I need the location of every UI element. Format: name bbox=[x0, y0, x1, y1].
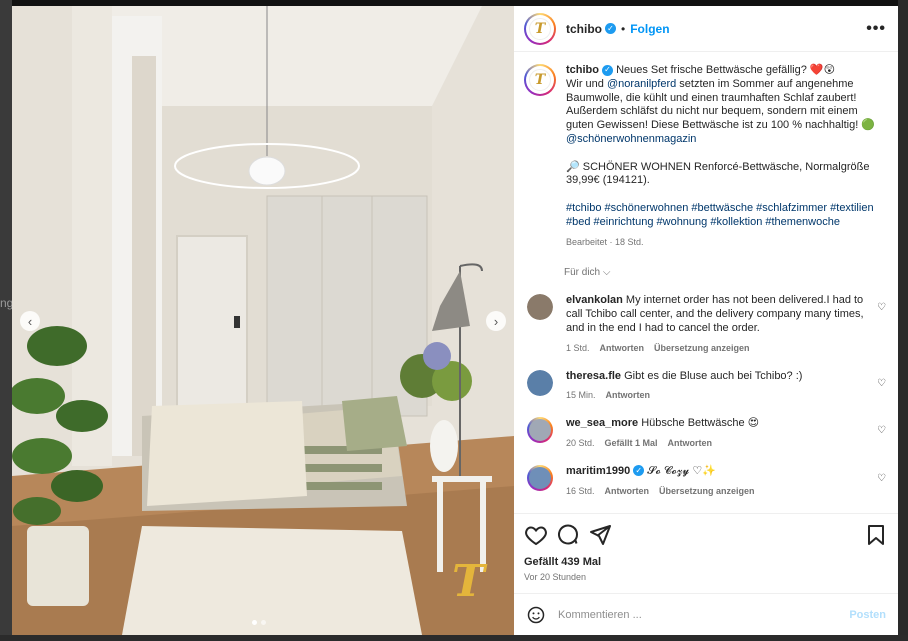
post-date: Vor 20 Stunden bbox=[524, 572, 587, 582]
like-heart-icon[interactable] bbox=[524, 523, 548, 547]
header-separator: • bbox=[621, 21, 626, 36]
comment-bubble-icon[interactable] bbox=[556, 523, 580, 547]
caption-text-1: Neues Set frische Bettwäsche gefällig? ❤… bbox=[616, 64, 836, 76]
more-options-icon[interactable]: ••• bbox=[866, 20, 886, 38]
comment-likes[interactable]: Gefällt 1 Mal bbox=[605, 437, 658, 451]
previous-image-button[interactable]: ‹ bbox=[20, 311, 40, 331]
comment-time: 20 Std. bbox=[566, 437, 595, 448]
backdrop-bottom bbox=[0, 635, 908, 641]
comments-scroll-area[interactable]: T tchibo ✓ Neues Set frische Bettwäsche g… bbox=[514, 52, 898, 513]
caption-hashtags[interactable]: #tchibo #schönerwohnen #bettwäsche #schl… bbox=[566, 202, 874, 228]
comment-time: 16 Std. bbox=[566, 485, 595, 496]
carousel-dots bbox=[252, 620, 266, 625]
commenter-username[interactable]: maritim1990 bbox=[566, 465, 630, 477]
mention-link[interactable]: @schönerwohnenmagazin bbox=[566, 133, 696, 145]
post-modal: T ‹ › T tchibo ✓ • Folgen ••• T tchibo ✓… bbox=[12, 6, 898, 635]
like-comment-heart-icon[interactable]: ♡ bbox=[877, 378, 886, 389]
backdrop-left bbox=[0, 0, 12, 641]
post-side-panel: T tchibo ✓ • Folgen ••• T tchibo ✓ Neues … bbox=[514, 6, 898, 635]
likes-count[interactable]: Gefällt 439 Mal bbox=[524, 556, 888, 568]
emoji-icon[interactable] bbox=[526, 605, 546, 625]
caption-meta: Bearbeitet · 18 Std. bbox=[566, 236, 644, 247]
author-avatar[interactable]: T bbox=[524, 12, 556, 45]
caption-username[interactable]: tchibo bbox=[566, 64, 599, 76]
post-photo[interactable]: T ‹ › bbox=[12, 6, 514, 635]
mention-link[interactable]: @noranilpferd bbox=[607, 78, 676, 90]
reply-button[interactable]: Antworten bbox=[668, 437, 713, 451]
comment-item: theresa.fle Gibt es die Bluse auch bei T… bbox=[524, 369, 888, 404]
carousel-dot bbox=[261, 620, 266, 625]
verified-badge-icon: ✓ bbox=[605, 23, 616, 34]
translate-button[interactable]: Übersetzung anzeigen bbox=[659, 485, 755, 499]
like-comment-heart-icon[interactable]: ♡ bbox=[877, 425, 886, 436]
comment-item: maritim1990 ✓ 𝓢𝓸 𝓒𝓸𝔃𝔂 ♡✨ 16 Std. Antworte… bbox=[524, 464, 888, 499]
comment-text: Hübsche Bettwäsche 😍 bbox=[641, 417, 760, 430]
comment-item: elvankolan My internet order has not bee… bbox=[524, 294, 888, 355]
comment-time: 1 Std. bbox=[566, 342, 590, 353]
tchibo-logo-icon: T bbox=[529, 17, 551, 40]
comment-input[interactable] bbox=[558, 608, 850, 621]
commenter-username[interactable]: theresa.fle bbox=[566, 370, 621, 382]
reply-button[interactable]: Antworten bbox=[605, 485, 650, 499]
follow-button[interactable]: Folgen bbox=[630, 22, 669, 36]
comment-item: we_sea_more Hübsche Bettwäsche 😍 20 Std.… bbox=[524, 417, 888, 451]
caption-body: tchibo ✓ Neues Set frische Bettwäsche gef… bbox=[566, 64, 876, 249]
tchibo-logo-icon: T bbox=[529, 69, 551, 91]
comment-text: Gibt es die Bluse auch bei Tchibo? :) bbox=[624, 369, 803, 382]
commenter-username[interactable]: elvankolan bbox=[566, 294, 623, 306]
carousel-dot bbox=[252, 620, 257, 625]
verified-badge-icon: ✓ bbox=[633, 465, 645, 477]
comment-text: 𝓢𝓸 𝓒𝓸𝔃𝔂 ♡✨ bbox=[647, 464, 716, 477]
post-header: T tchibo ✓ • Folgen ••• bbox=[514, 6, 898, 52]
commenter-avatar[interactable] bbox=[527, 294, 553, 321]
caption-product: 🔎 SCHÖNER WOHNEN Renforcé-Bettwäsche, No… bbox=[566, 160, 870, 187]
reply-button[interactable]: Antworten bbox=[600, 342, 645, 356]
verified-badge-icon: ✓ bbox=[602, 64, 613, 76]
commenter-username[interactable]: we_sea_more bbox=[566, 417, 638, 429]
commenter-avatar[interactable] bbox=[527, 417, 553, 444]
caption-avatar[interactable]: T bbox=[524, 64, 556, 96]
comment-time: 15 Min. bbox=[566, 390, 596, 401]
like-comment-heart-icon[interactable]: ♡ bbox=[877, 302, 886, 313]
backdrop-right bbox=[898, 0, 908, 641]
author-username[interactable]: tchibo bbox=[566, 22, 602, 36]
for-you-sort-button[interactable]: Für dich ⌵ bbox=[564, 267, 888, 278]
translate-button[interactable]: Übersetzung anzeigen bbox=[654, 342, 750, 356]
bookmark-icon[interactable] bbox=[864, 523, 888, 547]
reply-button[interactable]: Antworten bbox=[606, 389, 651, 403]
bedroom-photo-illustration: T bbox=[12, 6, 514, 635]
commenter-avatar[interactable] bbox=[527, 464, 553, 491]
next-image-button[interactable]: › bbox=[486, 311, 506, 331]
post-comment-button[interactable]: Posten bbox=[849, 609, 886, 621]
caption: T tchibo ✓ Neues Set frische Bettwäsche g… bbox=[524, 64, 888, 249]
like-comment-heart-icon[interactable]: ♡ bbox=[877, 473, 886, 484]
post-actions: Gefällt 439 Mal Vor 20 Stunden bbox=[514, 513, 898, 593]
commenter-avatar[interactable] bbox=[527, 369, 553, 396]
comment-composer: Posten bbox=[514, 593, 898, 635]
caption-text-2a: Wir und bbox=[566, 77, 607, 90]
svg-text:T: T bbox=[452, 556, 488, 607]
share-send-icon[interactable] bbox=[588, 523, 612, 547]
